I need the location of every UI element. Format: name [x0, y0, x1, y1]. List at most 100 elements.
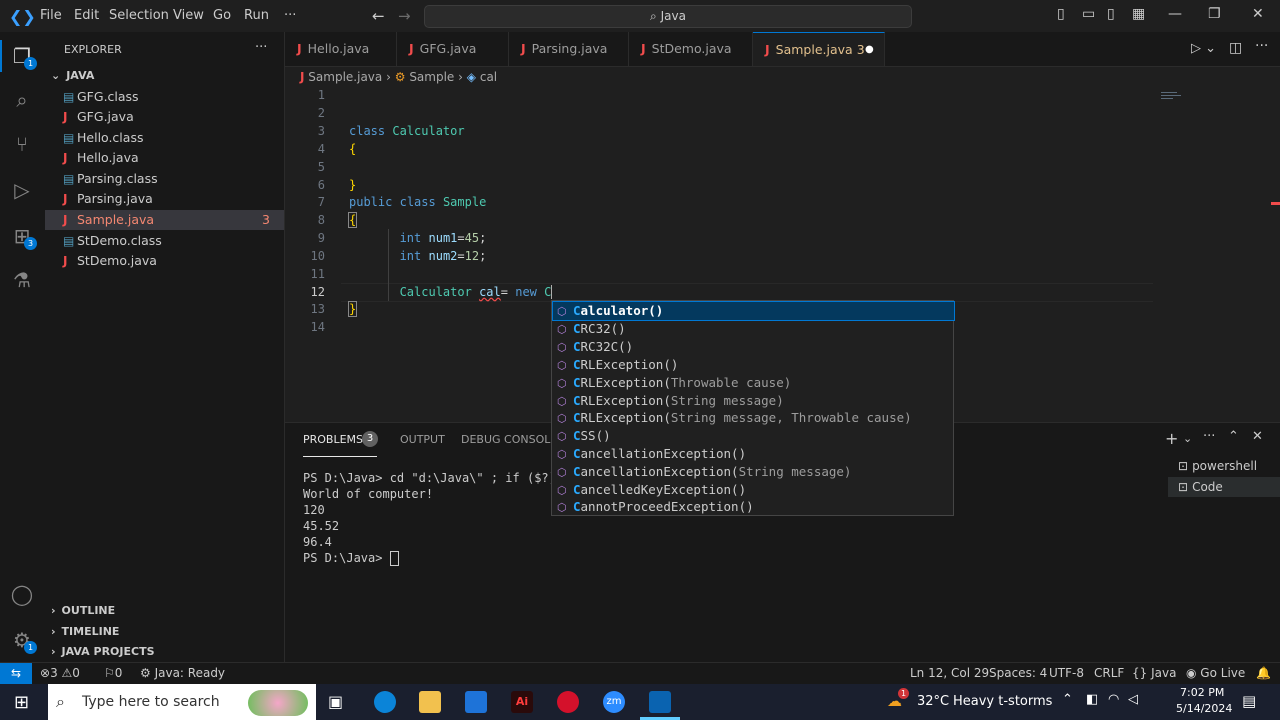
file-item[interactable]: ▤ GFG.class — [45, 87, 284, 107]
run-debug-icon[interactable]: ▷ — [10, 178, 34, 202]
maximize-panel-icon[interactable]: ⌃ — [1228, 429, 1239, 444]
tab-hello-java[interactable]: J Hello.java — [285, 32, 397, 66]
suggestion-item[interactable]: ⬡ CRLException() — [553, 356, 954, 374]
tab-problems[interactable]: PROBLEMS — [303, 433, 363, 446]
file-item[interactable]: ▤ Parsing.class — [45, 169, 284, 189]
suggestion-item[interactable]: ⬡ CRC32() — [553, 320, 954, 338]
suggestion-item[interactable]: ⬡ CRLException(String message, Throwable … — [553, 409, 954, 427]
menu-view[interactable]: View — [173, 8, 204, 23]
source-control-icon[interactable]: ⑂ — [10, 132, 34, 156]
suggestion-item[interactable]: ⬡ CRC32C() — [553, 338, 954, 356]
indentation[interactable]: Spaces: 4 — [989, 666, 1047, 680]
suggestion-item[interactable]: ⬡ CSS() — [553, 427, 954, 445]
errors-warnings[interactable]: ⊗3 ⚠0 — [40, 666, 80, 680]
file-explorer-icon[interactable] — [419, 691, 441, 713]
suggestion-item[interactable]: ⬡ CRLException(String message) — [553, 392, 954, 410]
end-of-line[interactable]: CRLF — [1094, 666, 1124, 680]
cursor-position[interactable]: Ln 12, Col 29 — [910, 666, 989, 680]
account-icon[interactable]: ◯ — [10, 582, 34, 606]
file-item[interactable]: ▤ StDemo.class — [45, 231, 284, 251]
tab-parsing-java[interactable]: J Parsing.java — [509, 32, 629, 66]
run-icon[interactable]: ▷ ⌄ — [1191, 41, 1216, 56]
editor-more-icon[interactable]: ··· — [1255, 38, 1268, 54]
unsaved-dot-icon[interactable]: ● — [865, 33, 874, 67]
minimize-button[interactable]: — — [1168, 6, 1182, 22]
notifications-bell-icon[interactable]: 🔔 — [1256, 666, 1271, 680]
edge-browser-icon[interactable] — [374, 691, 396, 713]
suggestion-item[interactable]: ⬡ CRLException(Throwable cause) — [553, 374, 954, 392]
remote-indicator-icon[interactable]: ⇆ — [0, 663, 32, 684]
clock-date[interactable]: 5/14/2024 — [1176, 702, 1232, 715]
menu-run[interactable]: Run — [244, 8, 269, 23]
maximize-button[interactable]: ❐ — [1208, 6, 1221, 22]
tab-gfg-java[interactable]: J GFG.java — [397, 32, 509, 66]
suggestion-item[interactable]: ⬡ CancellationException() — [553, 445, 954, 463]
toggle-sidebar-icon[interactable]: ▯ — [1057, 6, 1065, 22]
chevron-down-icon[interactable]: ⌄ — [1183, 432, 1192, 445]
suggestion-item-selected[interactable]: ⬡ Calculator() — [552, 301, 955, 321]
vscode-taskbar-icon[interactable] — [649, 691, 671, 713]
file-item[interactable]: J Parsing.java — [45, 189, 284, 209]
info-count[interactable]: ⚐0 — [104, 666, 122, 680]
menu-edit[interactable]: Edit — [74, 8, 99, 23]
close-panel-icon[interactable]: ✕ — [1252, 429, 1263, 444]
file-item[interactable]: ▤ Hello.class — [45, 128, 284, 148]
breadcrumb-member[interactable]: cal — [480, 70, 497, 84]
wifi-icon[interactable]: ◠ — [1108, 692, 1119, 707]
taskbar-search[interactable]: ⌕ Type here to search — [48, 684, 316, 720]
terminal-powershell[interactable]: ⊡ powershell — [1168, 456, 1280, 476]
search-icon[interactable]: ⌕ — [10, 88, 34, 112]
opera-browser-icon[interactable] — [557, 691, 579, 713]
notification-center-icon[interactable]: ▤ — [1242, 692, 1256, 710]
new-terminal-icon[interactable]: + — [1165, 429, 1178, 448]
testing-icon[interactable]: ⚗ — [10, 268, 34, 292]
command-center-search[interactable]: ⌕ Java — [424, 5, 912, 28]
split-editor-icon[interactable]: ◫ — [1229, 40, 1242, 56]
terminal-code[interactable]: ⊡ Code — [1168, 477, 1280, 497]
file-item-selected[interactable]: J Sample.java 3 — [45, 210, 284, 230]
java-status[interactable]: ⚙ Java: Ready — [140, 666, 225, 680]
back-arrow-icon[interactable]: ← — [372, 7, 385, 25]
tab-stdemo-java[interactable]: J StDemo.java — [629, 32, 753, 66]
tab-sample-java[interactable]: J Sample.java 3 ● — [753, 32, 885, 66]
encoding[interactable]: UTF-8 — [1049, 666, 1084, 680]
tab-debug-console[interactable]: DEBUG CONSOLE — [461, 433, 557, 446]
network-icon[interactable]: ◧ — [1086, 692, 1098, 707]
menu-selection[interactable]: Selection — [109, 8, 169, 23]
close-window-button[interactable]: ✕ — [1252, 6, 1264, 22]
volume-icon[interactable]: ◁ — [1128, 692, 1138, 707]
file-item[interactable]: J StDemo.java — [45, 251, 284, 271]
suggestion-item[interactable]: ⬡ CannotProceedException() — [553, 498, 954, 516]
go-live-button[interactable]: ◉ Go Live — [1186, 666, 1245, 680]
explorer-more-button[interactable]: ··· — [255, 40, 267, 55]
task-view-icon[interactable]: ▣ — [328, 692, 343, 711]
customize-layout-icon[interactable]: ▦ — [1132, 6, 1145, 22]
zoom-app-icon[interactable]: zm — [603, 691, 625, 713]
chevron-up-icon[interactable]: ⌃ — [1062, 692, 1073, 707]
suggestion-item[interactable]: ⬡ CancelledKeyException() — [553, 481, 954, 499]
weather-condition[interactable]: Heavy t-storms — [953, 694, 1052, 709]
tab-output[interactable]: OUTPUT — [400, 433, 445, 446]
file-item[interactable]: J GFG.java — [45, 107, 284, 127]
section-outline[interactable]: › OUTLINE — [45, 601, 284, 621]
toggle-secondary-sidebar-icon[interactable]: ▯ — [1107, 6, 1115, 22]
breadcrumb-file[interactable]: Sample.java — [308, 70, 382, 84]
more-menu-button[interactable]: ··· — [284, 8, 296, 23]
toggle-panel-icon[interactable]: ▭ — [1082, 6, 1095, 22]
terminal-prompt[interactable]: PS D:\Java> — [303, 550, 399, 566]
folder-java[interactable]: ⌄ JAVA — [45, 66, 284, 86]
breadcrumb-class[interactable]: Sample — [409, 70, 454, 84]
suggestion-item[interactable]: ⬡ CancellationException(String message) — [553, 463, 954, 481]
temperature[interactable]: 32°C — [917, 694, 949, 709]
language-mode[interactable]: {} Java — [1132, 666, 1176, 680]
menu-file[interactable]: File — [40, 8, 62, 23]
windows-start-icon[interactable]: ⊞ — [14, 692, 29, 713]
forward-arrow-icon[interactable]: → — [398, 7, 411, 25]
minimap[interactable] — [1161, 90, 1185, 104]
adobe-illustrator-icon[interactable]: Ai — [511, 691, 533, 713]
file-item[interactable]: J Hello.java — [45, 148, 284, 168]
clock-time[interactable]: 7:02 PM — [1180, 686, 1224, 699]
section-java-projects[interactable]: › JAVA PROJECTS — [45, 642, 284, 662]
section-timeline[interactable]: › TIMELINE — [45, 622, 284, 642]
mail-icon[interactable] — [465, 691, 487, 713]
